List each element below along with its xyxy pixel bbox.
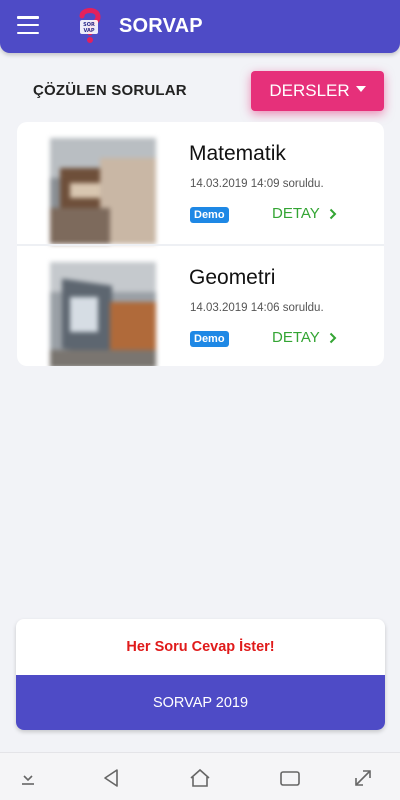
- question-subject: Matematik: [189, 142, 286, 165]
- detail-label: DETAY: [272, 205, 320, 222]
- solved-questions-list: Matematik 14.03.2019 14:09 soruldu. Demo…: [17, 122, 384, 366]
- subjects-filter-button[interactable]: DERSLER: [251, 71, 384, 111]
- section-title: ÇÖZÜLEN SORULAR: [33, 82, 187, 99]
- chevron-right-icon: [329, 208, 337, 219]
- demo-badge: Demo: [190, 207, 229, 223]
- detail-label: DETAY: [272, 329, 320, 346]
- question-card-geometri[interactable]: Geometri 14.03.2019 14:06 soruldu. Demo …: [17, 244, 384, 366]
- slogan-text: Her Soru Cevap İster!: [126, 639, 275, 655]
- question-date: 14.03.2019 14:06 soruldu.: [190, 302, 324, 314]
- hamburger-menu-icon[interactable]: [17, 16, 39, 34]
- question-subject: Geometri: [189, 266, 276, 289]
- caret-down-icon: [355, 86, 366, 92]
- question-card-matematik[interactable]: Matematik 14.03.2019 14:09 soruldu. Demo…: [17, 122, 384, 244]
- app-bar: SOR VAP SORVAP: [0, 0, 400, 53]
- subjects-filter-label: DERSLER: [269, 81, 350, 100]
- sorvap-logo-icon: SOR VAP: [74, 6, 104, 46]
- question-thumbnail: [50, 262, 156, 366]
- recent-apps-icon[interactable]: [279, 767, 301, 789]
- home-icon[interactable]: [189, 767, 211, 789]
- chevron-right-icon: [329, 332, 337, 343]
- detail-link[interactable]: DETAY: [272, 329, 337, 346]
- expand-icon[interactable]: [352, 767, 374, 789]
- back-icon[interactable]: [100, 767, 122, 789]
- question-thumbnail: [50, 138, 156, 244]
- footer-card: Her Soru Cevap İster! SORVAP 2019: [16, 619, 385, 730]
- app-title: SORVAP: [119, 15, 203, 37]
- question-date: 14.03.2019 14:09 soruldu.: [190, 178, 324, 190]
- svg-text:VAP: VAP: [83, 28, 94, 34]
- system-nav-bar: [0, 752, 400, 800]
- detail-link[interactable]: DETAY: [272, 205, 337, 222]
- footer-bar: SORVAP 2019: [16, 675, 385, 730]
- hide-keyboard-icon[interactable]: [17, 767, 39, 789]
- demo-badge: Demo: [190, 331, 229, 347]
